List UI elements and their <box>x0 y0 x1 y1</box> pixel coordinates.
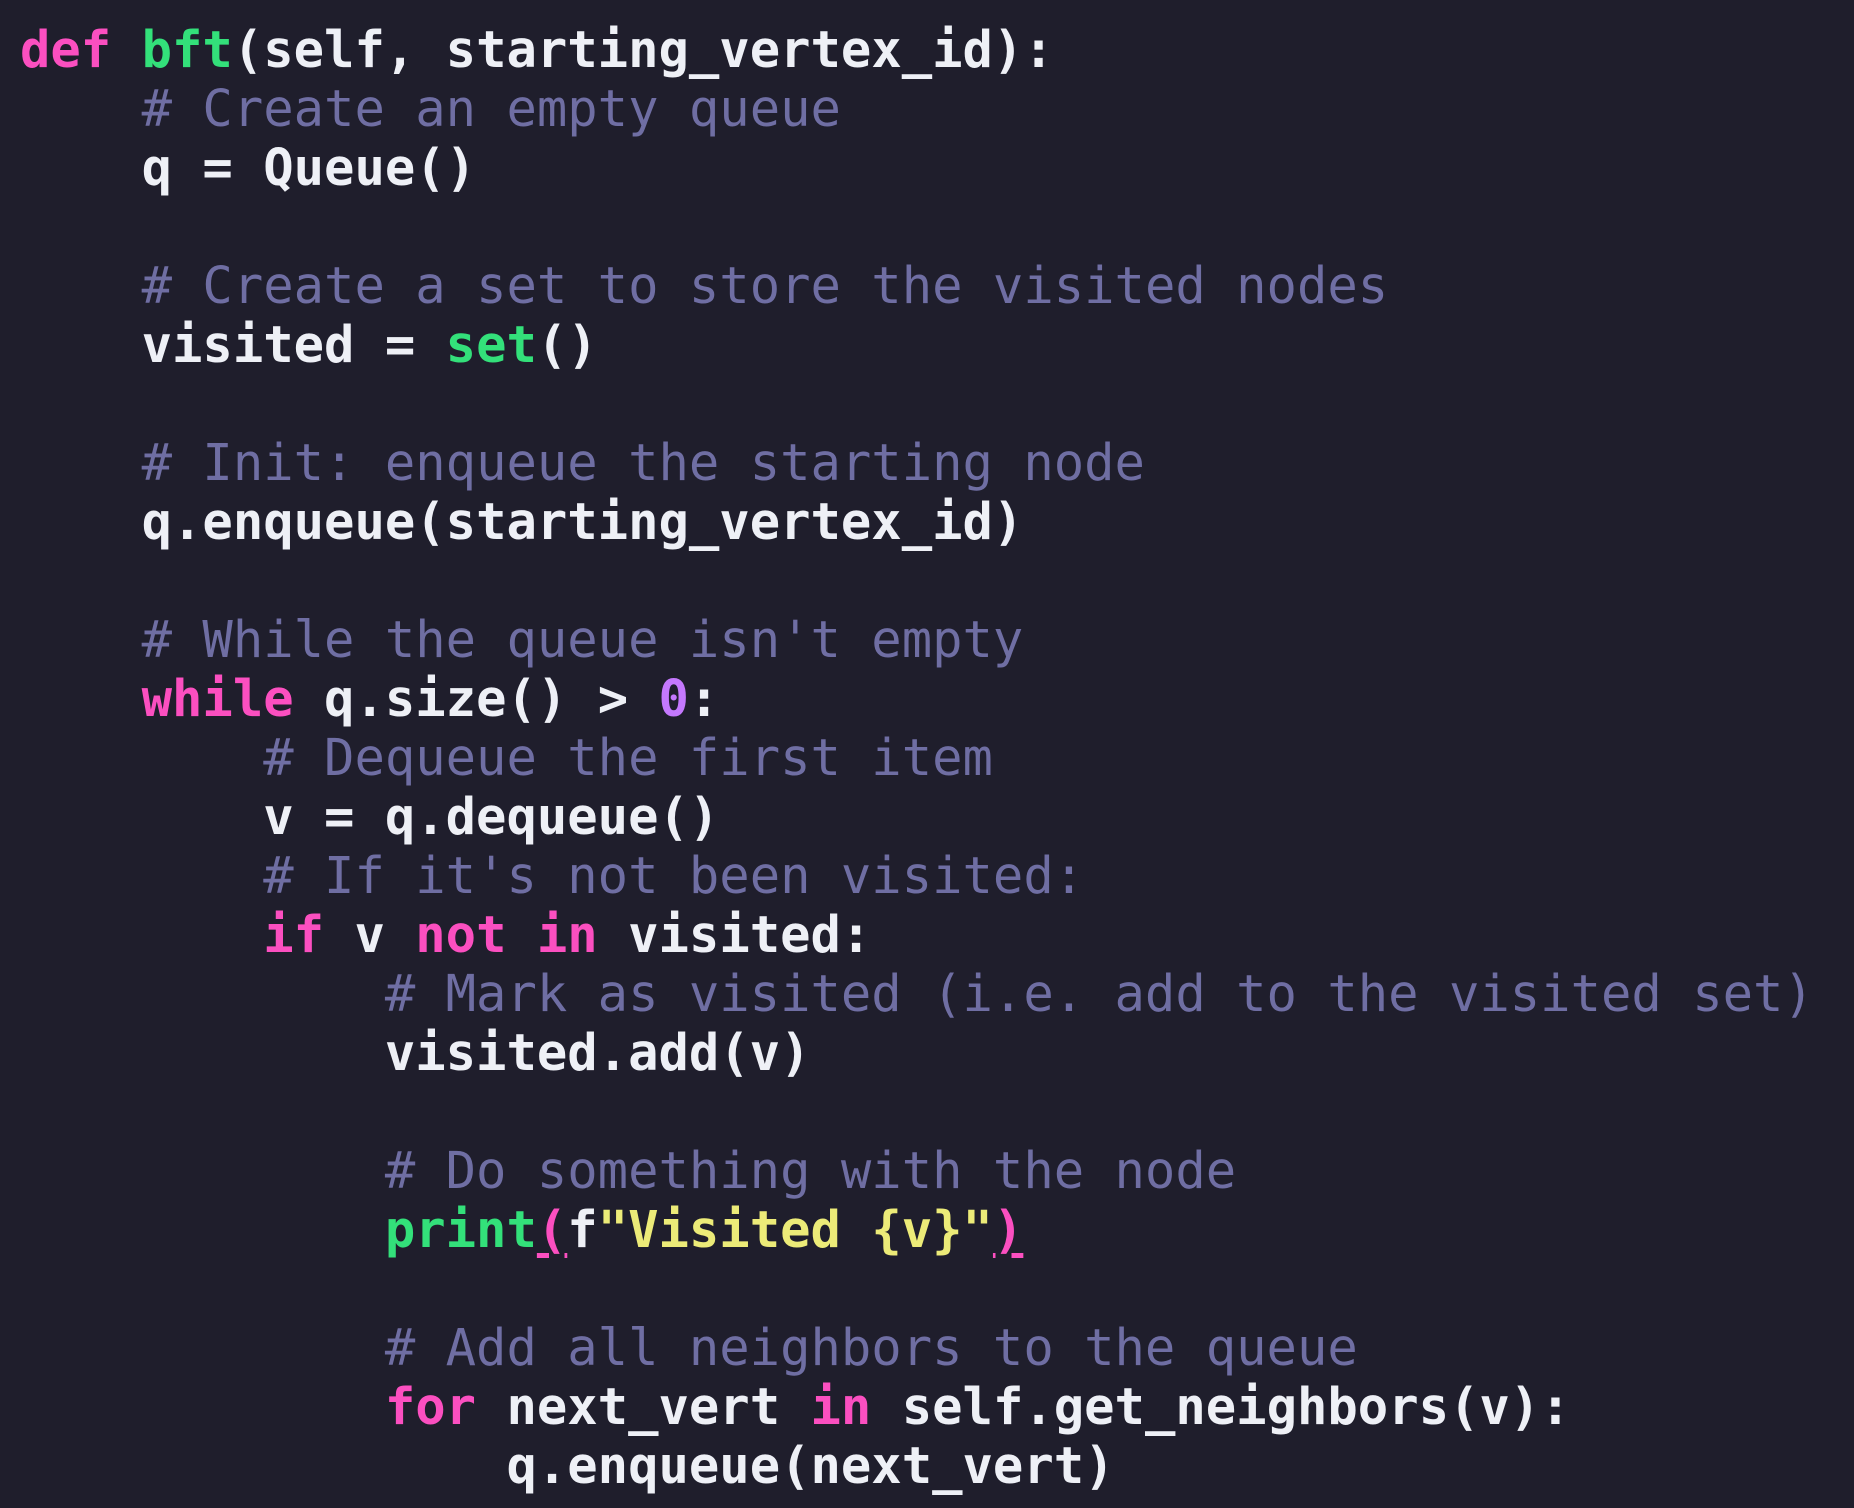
code-line[interactable] <box>20 551 1854 610</box>
code-line[interactable]: q.enqueue(starting_vertex_id) <box>20 492 1854 551</box>
code-token: visited: <box>597 905 872 964</box>
code-token-kw: in <box>536 905 598 964</box>
code-token-cm: # Dequeue the first item <box>263 728 993 787</box>
code-token-cm: # While the queue isn't empty <box>141 610 1024 669</box>
code-token: next_vert <box>476 1377 811 1436</box>
code-line[interactable]: print(f"Visited {v}") <box>20 1200 1854 1259</box>
code-token: f <box>567 1200 598 1259</box>
code-token-cm: # Create an empty queue <box>141 79 841 138</box>
code-token: visited.add(v) <box>384 1023 811 1082</box>
code-token-cm: # Do something with the node <box>384 1141 1237 1200</box>
code-line[interactable] <box>20 1259 1854 1318</box>
code-line[interactable]: # Add all neighbors to the queue <box>20 1318 1854 1377</box>
code-token-kw: def <box>20 20 112 79</box>
code-line[interactable]: visited.add(v) <box>20 1023 1854 1082</box>
code-line[interactable]: v = q.dequeue() <box>20 787 1854 846</box>
code-token: q.enqueue(starting_vertex_id) <box>141 492 1024 551</box>
code-token-fn: set <box>445 315 537 374</box>
code-line[interactable]: def bft(self, starting_vertex_id): <box>20 20 1854 79</box>
code-line[interactable]: for next_vert in self.get_neighbors(v): <box>20 1377 1854 1436</box>
code-line[interactable] <box>20 1082 1854 1141</box>
code-line[interactable]: # While the queue isn't empty <box>20 610 1854 669</box>
code-token-paren-hl: ( <box>536 1200 568 1259</box>
code-token-str: "Visited {v}" <box>597 1200 993 1259</box>
code-line[interactable]: # Mark as visited (i.e. add to the visit… <box>20 964 1854 1023</box>
code-token-cm: # Add all neighbors to the queue <box>384 1318 1358 1377</box>
code-editor[interactable]: def bft(self, starting_vertex_id): # Cre… <box>0 0 1854 1508</box>
code-line[interactable]: # If it's not been visited: <box>20 846 1854 905</box>
code-token-paren-hl: ) <box>992 1200 1024 1259</box>
code-token: v = q.dequeue() <box>263 787 720 846</box>
code-line[interactable]: q = Queue() <box>20 138 1854 197</box>
code-token-cm: # Mark as visited (i.e. add to the visit… <box>384 964 1814 1023</box>
code-token: q.enqueue(next_vert) <box>506 1436 1115 1495</box>
code-line[interactable]: # Do something with the node <box>20 1141 1854 1200</box>
code-token-kw: in <box>810 1377 872 1436</box>
code-token-fn: bft <box>141 20 233 79</box>
code-token-kw: not <box>415 905 507 964</box>
code-line[interactable]: # Create a set to store the visited node… <box>20 256 1854 315</box>
code-token: (self, starting_vertex_id): <box>232 20 1054 79</box>
code-line[interactable]: visited = set() <box>20 315 1854 374</box>
code-token-cm: # Create a set to store the visited node… <box>141 256 1389 315</box>
code-token: v <box>324 905 416 964</box>
code-token: q = Queue() <box>141 138 477 197</box>
code-line[interactable] <box>20 374 1854 433</box>
code-token: : <box>688 669 720 728</box>
code-token-cm: # If it's not been visited: <box>263 846 1085 905</box>
code-token: q.size() > <box>293 669 659 728</box>
code-token: self.get_neighbors(v): <box>871 1377 1571 1436</box>
code-line[interactable]: # Create an empty queue <box>20 79 1854 138</box>
code-line[interactable]: if v not in visited: <box>20 905 1854 964</box>
code-line[interactable]: while q.size() > 0: <box>20 669 1854 728</box>
code-token-kw: while <box>141 669 294 728</box>
code-token-num: 0 <box>658 669 689 728</box>
code-token-kw: for <box>384 1377 477 1436</box>
code-token-kw: if <box>263 905 325 964</box>
code-line[interactable]: q.enqueue(next_vert) <box>20 1436 1854 1495</box>
code-token-fn: print <box>384 1200 537 1259</box>
code-line[interactable]: # Dequeue the first item <box>20 728 1854 787</box>
code-token: () <box>536 315 598 374</box>
code-token-cm: # Init: enqueue the starting node <box>141 433 1145 492</box>
code-line[interactable]: # Init: enqueue the starting node <box>20 433 1854 492</box>
code-token: visited = <box>141 315 446 374</box>
code-line[interactable] <box>20 197 1854 256</box>
